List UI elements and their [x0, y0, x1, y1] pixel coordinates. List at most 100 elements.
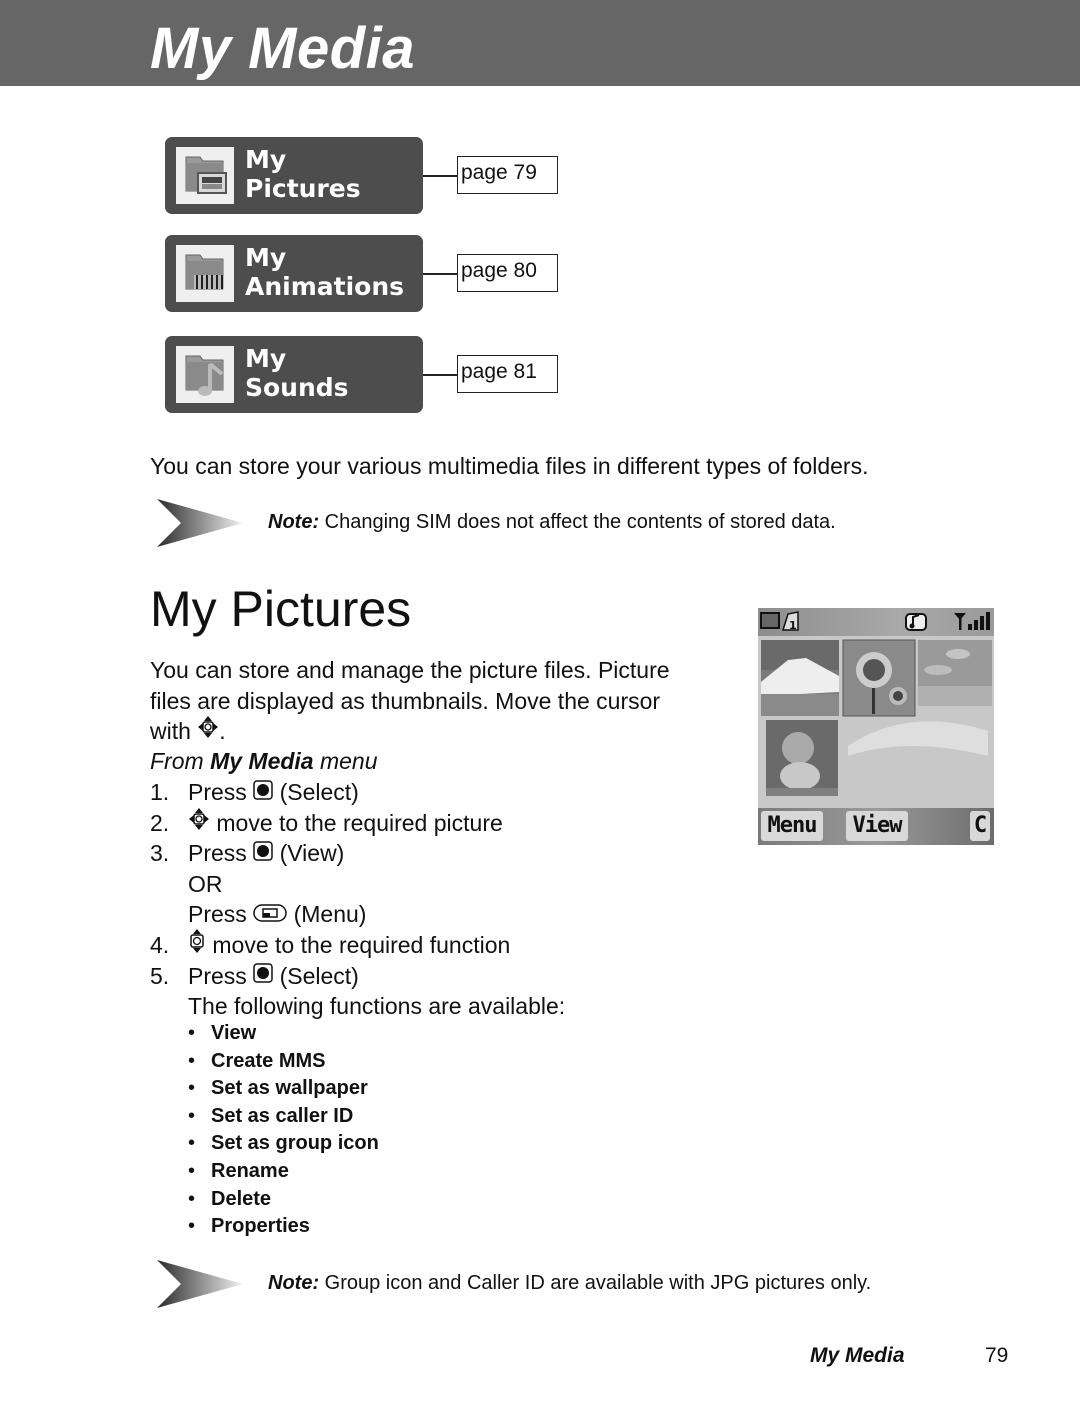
connector-line	[423, 374, 458, 376]
section-title: My Pictures	[150, 581, 412, 637]
text-span: Press	[188, 962, 254, 989]
note-1: Note: Changing SIM does not affect the c…	[155, 497, 1055, 553]
function-label: Properties	[211, 1215, 310, 1238]
menu-key-icon	[253, 899, 287, 930]
note-2: Note: Group icon and Caller ID are avail…	[155, 1258, 1055, 1314]
softkey-clear[interactable]: C	[970, 811, 990, 841]
softkey-menu[interactable]: Menu	[761, 811, 823, 841]
footer-page-number: 79	[985, 1344, 1009, 1367]
section-description: You can store and manage the picture fil…	[150, 655, 730, 749]
text-span: Press	[188, 779, 254, 805]
status-bar: 1	[758, 608, 994, 636]
select-key-icon	[253, 960, 273, 991]
note-label: Note:	[268, 1272, 320, 1294]
note-arrow-icon	[157, 499, 243, 547]
folder-label-line2: Animations	[245, 272, 405, 301]
function-label: Rename	[211, 1159, 289, 1182]
function-label: Set as group icon	[211, 1132, 379, 1155]
phone-screenshot: 1 Menu View C	[758, 608, 994, 845]
bullet: •	[188, 1187, 196, 1210]
pictures-folder-icon	[176, 147, 234, 204]
bullet: •	[188, 1022, 196, 1044]
text-span: move to the required picture	[210, 809, 503, 836]
softkey-bar: Menu View C	[758, 808, 994, 845]
description-line: files are displayed as thumbnails. Move …	[150, 687, 661, 714]
bullet: •	[188, 1215, 196, 1238]
text-span: (Select)	[273, 779, 359, 805]
text-span: (View)	[273, 840, 345, 867]
note-text: Note: Group icon and Caller ID are avail…	[268, 1271, 871, 1295]
bullet: •	[188, 1159, 196, 1182]
signal-icon	[954, 612, 990, 630]
connector-line	[423, 273, 458, 275]
folder-label-line1: My	[245, 344, 287, 373]
folder-label: My Pictures	[245, 145, 361, 203]
bullet: •	[188, 1132, 196, 1155]
select-key-icon	[253, 777, 273, 808]
folder-label-line1: My	[245, 243, 287, 272]
folder-card-pictures: My Pictures	[165, 137, 423, 214]
menu-name: My Media	[210, 748, 314, 774]
text-span: Press	[188, 901, 254, 928]
text-span: with	[150, 718, 198, 744]
folder-label-line2: Sounds	[245, 373, 349, 402]
step-number: 1.	[150, 779, 170, 805]
nav-4way-icon	[197, 715, 219, 747]
note-arrow-icon	[157, 1260, 243, 1308]
mountain-thumbnail[interactable]	[761, 640, 839, 716]
thumbnail-grid	[758, 636, 994, 808]
intro-text: You can store your various multimedia fi…	[150, 453, 869, 479]
function-label: Delete	[211, 1187, 272, 1210]
from-menu-line: From My Media menu	[150, 746, 378, 776]
step-number: 3.	[150, 840, 170, 867]
folder-card-sounds: My Sounds	[165, 336, 423, 413]
sounds-folder-icon	[176, 346, 234, 403]
text-span: OR	[188, 870, 223, 897]
chapter-title: My Media	[150, 16, 416, 81]
step-number: 4.	[150, 931, 170, 958]
text-span: .	[219, 718, 226, 744]
function-label: Set as wallpaper	[211, 1077, 368, 1100]
folder-label-line2: Pictures	[245, 174, 361, 203]
select-key-icon	[253, 838, 273, 869]
bullet: •	[188, 1104, 196, 1127]
footer-section-name: My Media	[810, 1344, 905, 1367]
function-label: Set as caller ID	[211, 1104, 354, 1127]
text-span: The following functions are available:	[188, 993, 566, 1020]
function-label: View	[211, 1022, 257, 1044]
note-body: Group icon and Caller ID are available w…	[319, 1272, 872, 1294]
softkey-view[interactable]: View	[846, 811, 908, 841]
battery-icon	[760, 612, 780, 629]
dog-thumbnail[interactable]	[766, 720, 838, 796]
page-ref-box: page 81	[457, 355, 558, 393]
text-span: (Select)	[273, 962, 359, 989]
nav-4way-icon	[188, 807, 210, 839]
description-line: with .	[150, 716, 730, 749]
folder-label: My Animations	[245, 243, 404, 301]
text-span: Press	[188, 840, 254, 867]
connector-line	[423, 175, 458, 177]
nav-updown-icon	[188, 928, 206, 962]
function-label: Create MMS	[211, 1049, 326, 1072]
message-icon: 1	[781, 611, 799, 632]
folder-label-line1: My	[245, 145, 287, 174]
step-number: 2.	[150, 809, 170, 836]
chapter-header-bar: My Media	[0, 0, 1080, 86]
text-span: (Menu)	[287, 901, 367, 928]
animations-folder-icon	[176, 245, 234, 302]
sky-thumbnail[interactable]	[918, 640, 992, 706]
folder-label: My Sounds	[245, 344, 349, 402]
vibrate-ring-icon	[905, 613, 927, 631]
step-number: 5.	[150, 962, 170, 989]
description-line: You can store and manage the picture fil…	[150, 657, 670, 683]
text-span: move to the required function	[206, 931, 511, 958]
note-text: Note: Changing SIM does not affect the c…	[268, 510, 836, 534]
page-ref-box: page 80	[457, 254, 558, 292]
note-label: Note:	[268, 511, 320, 533]
page-ref-box: page 79	[457, 156, 558, 194]
svg-text:1: 1	[789, 619, 797, 632]
folder-card-animations: My Animations	[165, 235, 423, 312]
sunflower-thumbnail[interactable]	[842, 639, 916, 717]
note-body: Changing SIM does not affect the content…	[319, 511, 836, 533]
text-span: menu	[313, 748, 378, 774]
